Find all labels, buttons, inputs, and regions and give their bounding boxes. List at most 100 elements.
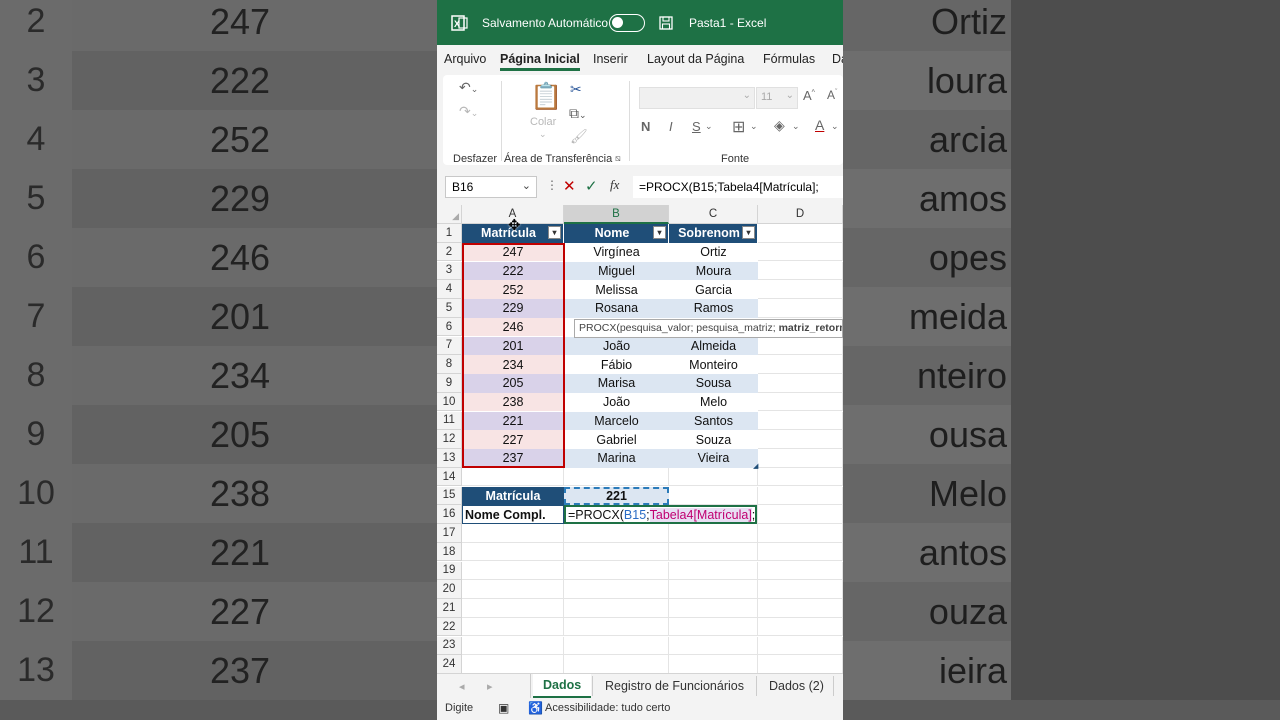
row-header[interactable]: 21 <box>437 599 462 618</box>
grid-cell[interactable] <box>758 392 843 412</box>
grid-cell[interactable] <box>758 486 843 506</box>
scroll-left-icon[interactable]: ◂ <box>459 674 465 698</box>
bold-button[interactable]: N <box>641 119 650 134</box>
table-cell[interactable]: Melo <box>669 392 758 412</box>
lookup-label-nome[interactable]: Nome Compl. <box>462 505 564 524</box>
row-header[interactable]: 9 <box>437 374 462 393</box>
table-cell[interactable]: 222 <box>462 261 564 281</box>
grid-cell[interactable] <box>669 580 758 599</box>
row-header[interactable]: 1 <box>437 224 462 243</box>
table-cell[interactable]: 205 <box>462 374 564 393</box>
sheet-tab-dados-2[interactable]: Dados (2) <box>769 674 824 698</box>
grid-cell[interactable] <box>758 542 843 562</box>
accessibility-status[interactable]: Acessibilidade: tudo certo <box>545 702 670 714</box>
table-cell[interactable]: 237 <box>462 449 564 468</box>
table-cell[interactable]: 246 <box>462 317 564 337</box>
grid-cell[interactable] <box>758 467 843 487</box>
grid-cell[interactable] <box>669 636 758 656</box>
filter-dropdown-icon[interactable]: ▾ <box>653 226 666 239</box>
table-resize-handle[interactable]: ◢ <box>753 462 758 470</box>
grid-cell[interactable] <box>669 467 758 487</box>
grid-cell[interactable] <box>462 617 564 637</box>
format-painter-icon[interactable]: 🖌 <box>570 128 588 145</box>
table-cell[interactable]: Souza <box>669 430 758 449</box>
accessibility-icon[interactable]: ♿ <box>528 701 543 715</box>
table-cell[interactable]: Santos <box>669 411 758 431</box>
table-cell[interactable]: Rosana <box>564 299 669 318</box>
underline-button[interactable]: S <box>692 119 701 134</box>
column-header-c[interactable]: C <box>669 205 758 224</box>
tab-arquivo[interactable]: Arquivo <box>444 52 486 66</box>
grid-cell[interactable] <box>758 449 843 468</box>
table-cell[interactable]: Gabriel <box>564 430 669 449</box>
chevron-down-icon[interactable]: ⌄ <box>831 121 839 132</box>
grid-cell[interactable] <box>758 355 843 374</box>
grid-cell[interactable] <box>758 374 843 393</box>
chevron-down-icon[interactable]: ⌄ <box>750 121 758 132</box>
grid-cell[interactable] <box>564 561 669 581</box>
active-cell-formula[interactable]: =PROCX(B15; Tabela4[Matrícula]; <box>564 505 757 524</box>
row-header[interactable]: 16 <box>437 505 462 524</box>
clipboard-launcher-icon[interactable]: ⧅ <box>615 153 621 164</box>
grid-cell[interactable] <box>564 599 669 618</box>
paste-label[interactable]: Colar <box>530 116 556 128</box>
scroll-right-icon[interactable]: ▸ <box>487 674 493 698</box>
table-cell[interactable]: Miguel <box>564 261 669 281</box>
table-cell[interactable]: 221 <box>462 411 564 431</box>
grid-cell[interactable] <box>462 524 564 543</box>
grid-cell[interactable] <box>462 542 564 562</box>
sheet-tab-registro[interactable]: Registro de Funcionários <box>605 674 744 698</box>
table-cell[interactable]: Marina <box>564 449 669 468</box>
grid-cell[interactable] <box>462 636 564 656</box>
name-box[interactable]: B16 ⌄ <box>445 176 537 198</box>
paste-icon[interactable]: 📋 <box>530 81 562 112</box>
grid-cell[interactable] <box>758 299 843 318</box>
table-header-cell[interactable]: Nome ▾ <box>564 224 669 243</box>
row-header[interactable]: 8 <box>437 355 462 374</box>
grid-cell[interactable] <box>462 580 564 599</box>
chevron-down-icon[interactable]: ⌄ <box>705 121 713 132</box>
row-header[interactable]: 7 <box>437 336 462 356</box>
font-name-select[interactable]: ⌄ <box>639 87 755 109</box>
column-header-d[interactable]: D <box>758 205 843 224</box>
table-cell[interactable]: 201 <box>462 336 564 356</box>
grid-cell[interactable] <box>758 261 843 281</box>
table-cell[interactable]: Fábio <box>564 355 669 374</box>
row-header[interactable]: 6 <box>437 317 462 337</box>
table-cell[interactable]: 238 <box>462 392 564 412</box>
grid-cell[interactable] <box>758 336 843 356</box>
grid-cell[interactable] <box>462 655 564 673</box>
fill-color-icon[interactable]: ◈ <box>774 117 785 134</box>
grid-cell[interactable] <box>758 411 843 431</box>
row-header[interactable]: 15 <box>437 486 462 506</box>
tab-layout-da-pagina[interactable]: Layout da Página <box>647 52 744 66</box>
table-cell[interactable]: 247 <box>462 242 564 262</box>
shrink-font-icon[interactable]: Aˇ <box>827 88 837 102</box>
row-header[interactable]: 18 <box>437 542 462 562</box>
undo-icon[interactable]: ↶⌄ <box>459 79 478 96</box>
select-all-corner[interactable]: ◢ <box>437 205 462 224</box>
grid-cell[interactable] <box>758 617 843 637</box>
grid-cell[interactable] <box>564 617 669 637</box>
row-header[interactable]: 2 <box>437 242 462 262</box>
filter-dropdown-icon[interactable]: ▾ <box>548 226 561 239</box>
copy-icon[interactable]: ⧉⌄ <box>569 105 587 122</box>
lookup-value-cell[interactable]: 221 <box>564 486 669 506</box>
grid-cell[interactable] <box>564 580 669 599</box>
grid-cell[interactable] <box>758 580 843 599</box>
table-header-cell[interactable]: Sobrenom ▾ <box>669 224 758 243</box>
table-cell[interactable]: Almeida <box>669 336 758 356</box>
table-cell[interactable]: João <box>564 336 669 356</box>
save-icon[interactable] <box>659 0 673 45</box>
tab-formulas[interactable]: Fórmulas <box>763 52 815 66</box>
table-cell[interactable]: Moura <box>669 261 758 281</box>
row-header[interactable]: 14 <box>437 467 462 487</box>
row-header[interactable]: 3 <box>437 261 462 281</box>
grid-cell[interactable] <box>758 636 843 656</box>
sheet-tab-dados[interactable]: Dados <box>533 674 592 698</box>
grid-cell[interactable] <box>758 599 843 618</box>
grid-cell[interactable] <box>758 280 843 299</box>
paste-dropdown-icon[interactable]: ⌄ <box>539 129 547 140</box>
table-cell[interactable]: Sousa <box>669 374 758 393</box>
column-header-b[interactable]: B <box>564 205 669 224</box>
